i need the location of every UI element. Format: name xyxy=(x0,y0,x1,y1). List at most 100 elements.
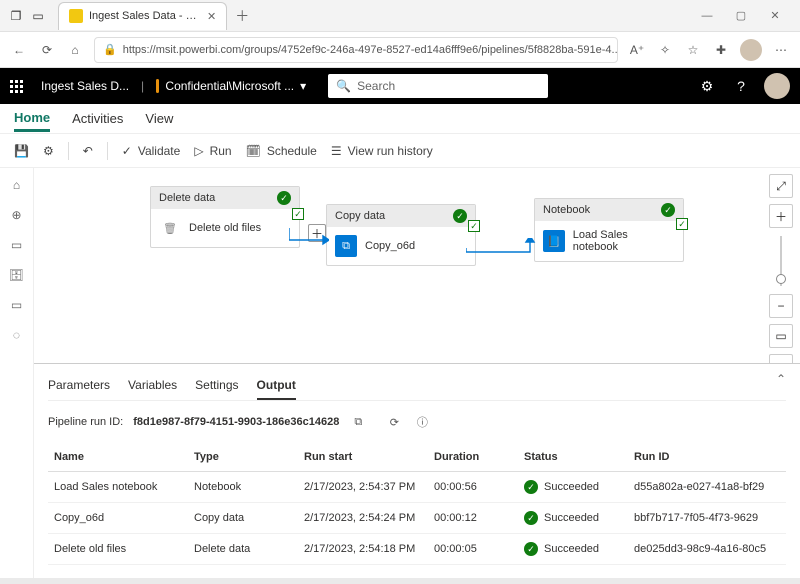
success-icon: ✓ xyxy=(524,542,538,556)
address-bar[interactable]: 🔒 https://msit.powerbi.com/groups/4752ef… xyxy=(94,37,618,63)
powerbi-favicon xyxy=(69,9,83,23)
rail-browse-icon[interactable]: ▭ xyxy=(11,238,22,252)
settings-button[interactable]: ⚙ xyxy=(43,144,54,158)
window-close[interactable]: ✕ xyxy=(758,9,792,22)
ribbon-tab-activities[interactable]: Activities xyxy=(72,107,123,130)
table-row[interactable]: Copy_o6dCopy data2/17/2023, 2:54:24 PM00… xyxy=(48,503,786,534)
table-row[interactable]: Load Sales notebookNotebook2/17/2023, 2:… xyxy=(48,472,786,503)
rail-create-icon[interactable]: ⊕ xyxy=(11,208,21,222)
window-maximize[interactable]: ▢ xyxy=(724,9,758,22)
zoom-slider[interactable] xyxy=(780,236,782,286)
profile-avatar[interactable] xyxy=(740,39,762,61)
ribbon-tabs: Home Activities View xyxy=(0,104,800,134)
shield-icon xyxy=(156,79,159,93)
save-button[interactable]: 💾 xyxy=(14,144,29,158)
pipeline-canvas[interactable]: Delete data✓ 🗑Delete old files ✓ ＋ Copy … xyxy=(34,168,800,363)
help-icon[interactable]: ? xyxy=(730,78,752,94)
output-table: Name Type Run start Duration Status Run … xyxy=(48,443,786,565)
tracking-icon[interactable]: ✧ xyxy=(656,43,674,57)
minimap-button[interactable]: ⊞ xyxy=(769,354,793,363)
read-aloud-icon[interactable]: A⁺ xyxy=(628,43,646,57)
more-icon[interactable]: ⋯ xyxy=(772,43,790,57)
recent-icon[interactable]: ❐ xyxy=(8,8,24,24)
collections-icon[interactable]: ✚ xyxy=(712,43,730,57)
zoom-autofit-button[interactable]: ⤢ xyxy=(769,174,793,198)
tab-variables[interactable]: Variables xyxy=(128,372,177,400)
app-header: Ingest Sales D... | Confidential\Microso… xyxy=(0,68,800,104)
tab-parameters[interactable]: Parameters xyxy=(48,372,110,400)
tabs-icon[interactable]: ▭ xyxy=(30,8,46,24)
output-success-port[interactable]: ✓ xyxy=(292,208,304,220)
settings-icon[interactable]: ⚙ xyxy=(696,78,718,95)
chevron-down-icon: ▾ xyxy=(300,79,306,93)
left-rail: ⌂ ⊕ ▭ 🗄 ▭ ◌ xyxy=(0,168,34,584)
success-icon: ✓ xyxy=(661,203,675,217)
taskbar xyxy=(0,578,800,584)
tab-output[interactable]: Output xyxy=(257,372,296,400)
table-row[interactable]: Delete old filesDelete data2/17/2023, 2:… xyxy=(48,534,786,565)
copy-runid-icon[interactable]: ⧉ xyxy=(349,413,367,431)
new-tab-button[interactable]: ＋ xyxy=(235,6,249,26)
validate-button[interactable]: ✓Validate xyxy=(122,144,181,158)
schedule-button[interactable]: 🗓Schedule xyxy=(246,144,317,158)
undo-button[interactable]: ↶ xyxy=(83,144,93,158)
zoom-controls: ⤢ ＋ − ▭ ⊞ xyxy=(768,174,794,363)
search-box[interactable]: 🔍 Search xyxy=(328,74,548,98)
ribbon-tab-home[interactable]: Home xyxy=(14,106,50,132)
user-avatar[interactable] xyxy=(764,73,790,99)
success-icon: ✓ xyxy=(524,480,538,494)
success-icon: ✓ xyxy=(524,511,538,525)
history-button[interactable]: ☰View run history xyxy=(331,144,433,158)
ribbon-tab-view[interactable]: View xyxy=(145,107,173,130)
output-success-port[interactable]: ✓ xyxy=(468,220,480,232)
success-icon: ✓ xyxy=(277,191,291,205)
refresh-output-icon[interactable]: ⟳ xyxy=(385,413,403,431)
browser-tab[interactable]: Ingest Sales Data - Data enginee ✕ xyxy=(58,2,227,30)
activity-delete-data[interactable]: Delete data✓ 🗑Delete old files xyxy=(150,186,300,248)
refresh-icon[interactable]: ⟳ xyxy=(38,43,56,57)
favorite-icon[interactable]: ☆ xyxy=(684,43,702,57)
notebook-icon: 📘 xyxy=(543,230,565,252)
window-minimize[interactable]: — xyxy=(690,10,724,22)
back-icon[interactable]: ← xyxy=(10,43,28,57)
run-button[interactable]: ▷Run xyxy=(194,144,231,158)
zoom-in-button[interactable]: ＋ xyxy=(769,204,793,228)
lock-icon: 🔒 xyxy=(103,43,117,56)
play-icon: ▷ xyxy=(194,144,203,158)
copy-icon: ⧉ xyxy=(335,235,357,257)
rail-home-icon[interactable]: ⌂ xyxy=(13,178,20,192)
success-icon: ✓ xyxy=(453,209,467,223)
rail-workspaces-icon[interactable]: ◌ xyxy=(13,328,20,342)
collapse-panel-icon[interactable]: ⌃ xyxy=(776,372,786,386)
connector xyxy=(466,238,536,256)
activity-copy-data[interactable]: Copy data✓ ⧉Copy_o6d xyxy=(326,204,476,266)
browser-toolbar: ← ⟳ ⌂ 🔒 https://msit.powerbi.com/groups/… xyxy=(0,32,800,68)
fit-to-screen-button[interactable]: ▭ xyxy=(769,324,793,348)
run-id-label: Pipeline run ID: xyxy=(48,416,123,428)
sensitivity-label[interactable]: Confidential\Microsoft ... ▾ xyxy=(156,79,306,93)
details-panel: ⌃ Parameters Variables Settings Output P… xyxy=(34,363,800,584)
details-tabs: Parameters Variables Settings Output xyxy=(48,372,786,401)
output-success-port[interactable]: ✓ xyxy=(676,218,688,230)
window-titlebar: ❐ ▭ Ingest Sales Data - Data enginee ✕ ＋… xyxy=(0,0,800,32)
app-launcher-icon[interactable] xyxy=(10,80,23,93)
search-placeholder: Search xyxy=(357,79,395,93)
calendar-icon: 🗓 xyxy=(246,144,261,158)
run-id-value: f8d1e987-8f79-4151-9903-186e36c14628 xyxy=(133,416,339,428)
search-icon: 🔍 xyxy=(336,79,351,93)
zoom-out-button[interactable]: − xyxy=(769,294,793,318)
activity-notebook[interactable]: Notebook✓ 📘Load Sales notebook xyxy=(534,198,684,262)
home-icon[interactable]: ⌂ xyxy=(66,43,84,57)
rail-onelake-icon[interactable]: 🗄 xyxy=(9,268,24,282)
trash-icon: 🗑 xyxy=(159,217,181,239)
tab-settings[interactable]: Settings xyxy=(195,372,238,400)
url-text: https://msit.powerbi.com/groups/4752ef9c… xyxy=(123,44,618,56)
document-title[interactable]: Ingest Sales D... xyxy=(41,79,129,93)
list-icon: ☰ xyxy=(331,144,342,158)
close-tab-icon[interactable]: ✕ xyxy=(207,10,216,23)
connector xyxy=(289,228,329,246)
ribbon-toolbar: 💾 ⚙ ↶ ✓Validate ▷Run 🗓Schedule ☰View run… xyxy=(0,134,800,168)
rail-monitor-icon[interactable]: ▭ xyxy=(11,298,22,312)
info-icon[interactable]: ⓘ xyxy=(413,413,431,431)
check-icon: ✓ xyxy=(122,144,132,158)
